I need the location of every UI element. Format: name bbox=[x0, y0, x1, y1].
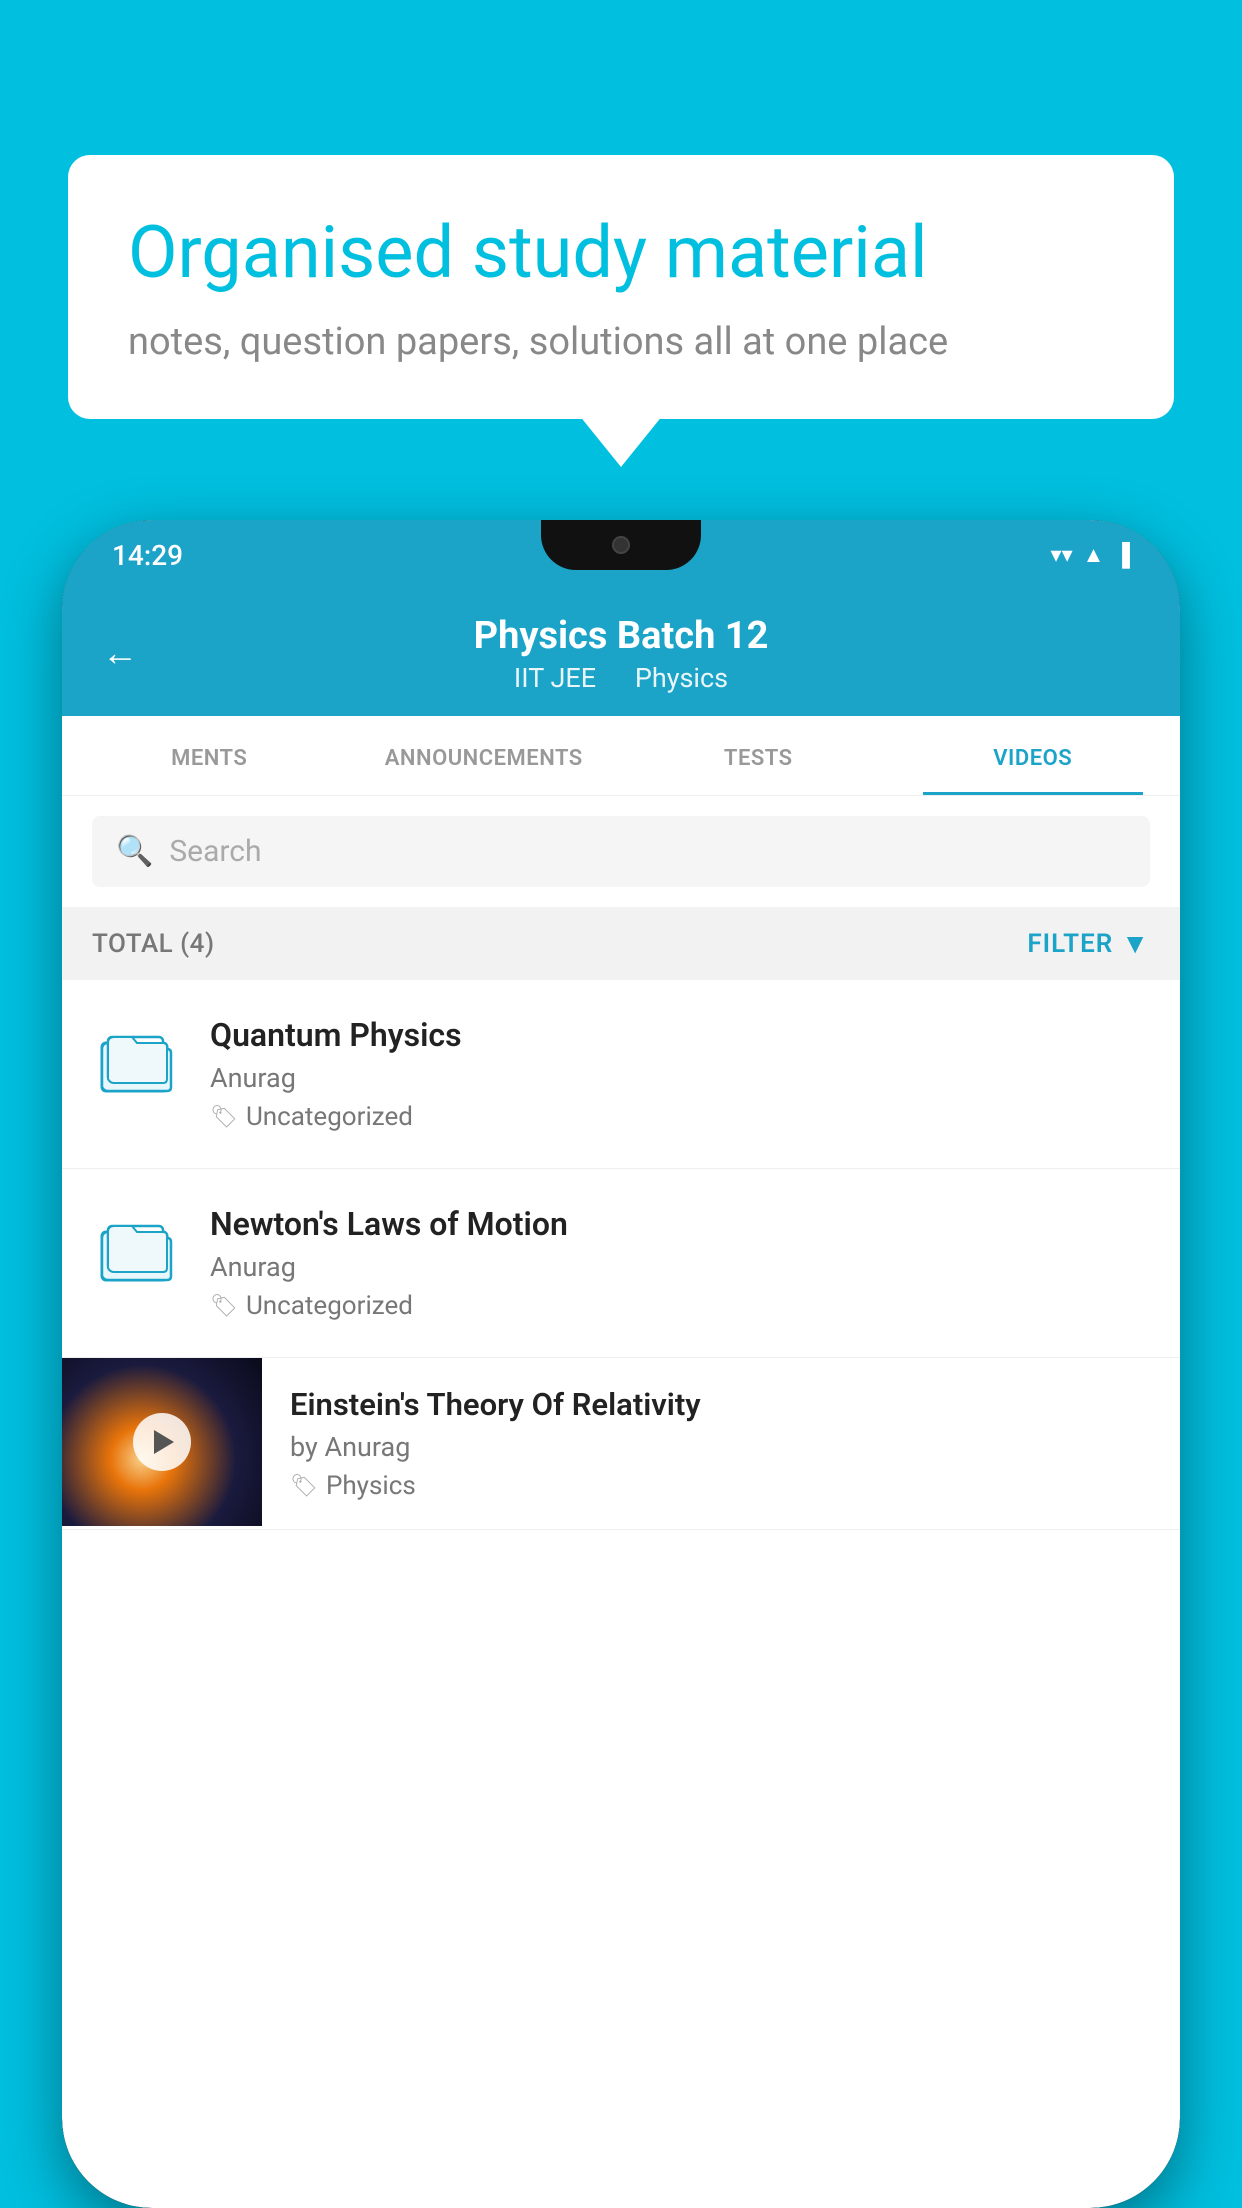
status-time: 14:29 bbox=[112, 539, 183, 572]
phone-content: ← Physics Batch 12 IIT JEE Physics MENTS… bbox=[62, 590, 1180, 2208]
camera-notch bbox=[612, 536, 630, 554]
tag-label: Uncategorized bbox=[246, 1102, 413, 1132]
list-item[interactable]: Quantum Physics Anurag 🏷 Uncategorized bbox=[62, 980, 1180, 1169]
list-item[interactable]: Newton's Laws of Motion Anurag 🏷 Uncateg… bbox=[62, 1169, 1180, 1358]
videos-list: Quantum Physics Anurag 🏷 Uncategorized bbox=[62, 980, 1180, 1530]
status-icons: ▾▾ ▲ ▐ bbox=[1051, 542, 1130, 568]
tag-icon: 🏷 bbox=[210, 1294, 238, 1319]
play-button[interactable] bbox=[133, 1413, 191, 1471]
filter-label: FILTER bbox=[1027, 929, 1113, 959]
item-info: Newton's Laws of Motion Anurag 🏷 Uncateg… bbox=[210, 1205, 1150, 1321]
battery-icon: ▐ bbox=[1114, 542, 1130, 568]
tag-icon: 🏷 bbox=[210, 1105, 238, 1130]
item-title: Newton's Laws of Motion bbox=[210, 1205, 1150, 1243]
item-tag: 🏷 Uncategorized bbox=[210, 1102, 1150, 1132]
item-tag: 🏷 Uncategorized bbox=[210, 1291, 1150, 1321]
speech-bubble-section: Organised study material notes, question… bbox=[68, 155, 1174, 419]
folder-icon bbox=[100, 1029, 175, 1094]
filter-icon: ▼ bbox=[1121, 927, 1150, 960]
tab-announcements[interactable]: ANNOUNCEMENTS bbox=[347, 716, 622, 795]
tab-documents[interactable]: MENTS bbox=[72, 716, 347, 795]
total-count: TOTAL (4) bbox=[92, 929, 215, 959]
item-author: by Anurag bbox=[290, 1431, 1150, 1463]
filter-button[interactable]: FILTER ▼ bbox=[1027, 927, 1150, 960]
play-icon bbox=[154, 1430, 174, 1454]
tag-label: Uncategorized bbox=[246, 1291, 413, 1321]
item-info: Einstein's Theory Of Relativity by Anura… bbox=[262, 1358, 1150, 1529]
phone-frame: 14:29 ▾▾ ▲ ▐ ← Physics Batch 12 IIT JEE bbox=[62, 520, 1180, 2208]
search-placeholder: Search bbox=[169, 834, 261, 869]
bubble-title: Organised study material bbox=[128, 210, 1114, 296]
phone-notch bbox=[541, 520, 701, 570]
tab-videos[interactable]: VIDEOS bbox=[896, 716, 1171, 795]
header-subtitle-physics: Physics bbox=[635, 662, 728, 694]
item-icon-container bbox=[92, 1205, 182, 1295]
header-subtitle: IIT JEE Physics bbox=[102, 662, 1140, 694]
search-container: 🔍 Search bbox=[62, 796, 1180, 907]
item-icon-container bbox=[92, 1016, 182, 1106]
tag-label: Physics bbox=[326, 1471, 416, 1501]
folder-icon bbox=[100, 1218, 175, 1283]
search-bar[interactable]: 🔍 Search bbox=[92, 816, 1150, 887]
wifi-icon: ▾▾ bbox=[1051, 543, 1073, 568]
app-header: ← Physics Batch 12 IIT JEE Physics bbox=[62, 590, 1180, 716]
status-bar: 14:29 ▾▾ ▲ ▐ bbox=[62, 520, 1180, 590]
header-subtitle-iit: IIT JEE bbox=[514, 662, 596, 694]
item-author: Anurag bbox=[210, 1062, 1150, 1094]
item-title: Quantum Physics bbox=[210, 1016, 1150, 1054]
header-title: Physics Batch 12 bbox=[102, 614, 1140, 658]
tag-icon: 🏷 bbox=[290, 1474, 318, 1499]
item-author: Anurag bbox=[210, 1251, 1150, 1283]
filter-bar: TOTAL (4) FILTER ▼ bbox=[62, 907, 1180, 980]
item-tag: 🏷 Physics bbox=[290, 1471, 1150, 1501]
back-button[interactable]: ← bbox=[102, 632, 138, 674]
tab-tests[interactable]: TESTS bbox=[621, 716, 896, 795]
tabs-bar: MENTS ANNOUNCEMENTS TESTS VIDEOS bbox=[62, 716, 1180, 796]
speech-bubble-card: Organised study material notes, question… bbox=[68, 155, 1174, 419]
item-info: Quantum Physics Anurag 🏷 Uncategorized bbox=[210, 1016, 1150, 1132]
list-item[interactable]: Einstein's Theory Of Relativity by Anura… bbox=[62, 1358, 1180, 1530]
bubble-subtitle: notes, question papers, solutions all at… bbox=[128, 320, 1114, 364]
signal-icon: ▲ bbox=[1083, 542, 1105, 568]
video-thumbnail bbox=[62, 1358, 262, 1526]
search-icon: 🔍 bbox=[116, 834, 153, 869]
item-title: Einstein's Theory Of Relativity bbox=[290, 1386, 1150, 1423]
